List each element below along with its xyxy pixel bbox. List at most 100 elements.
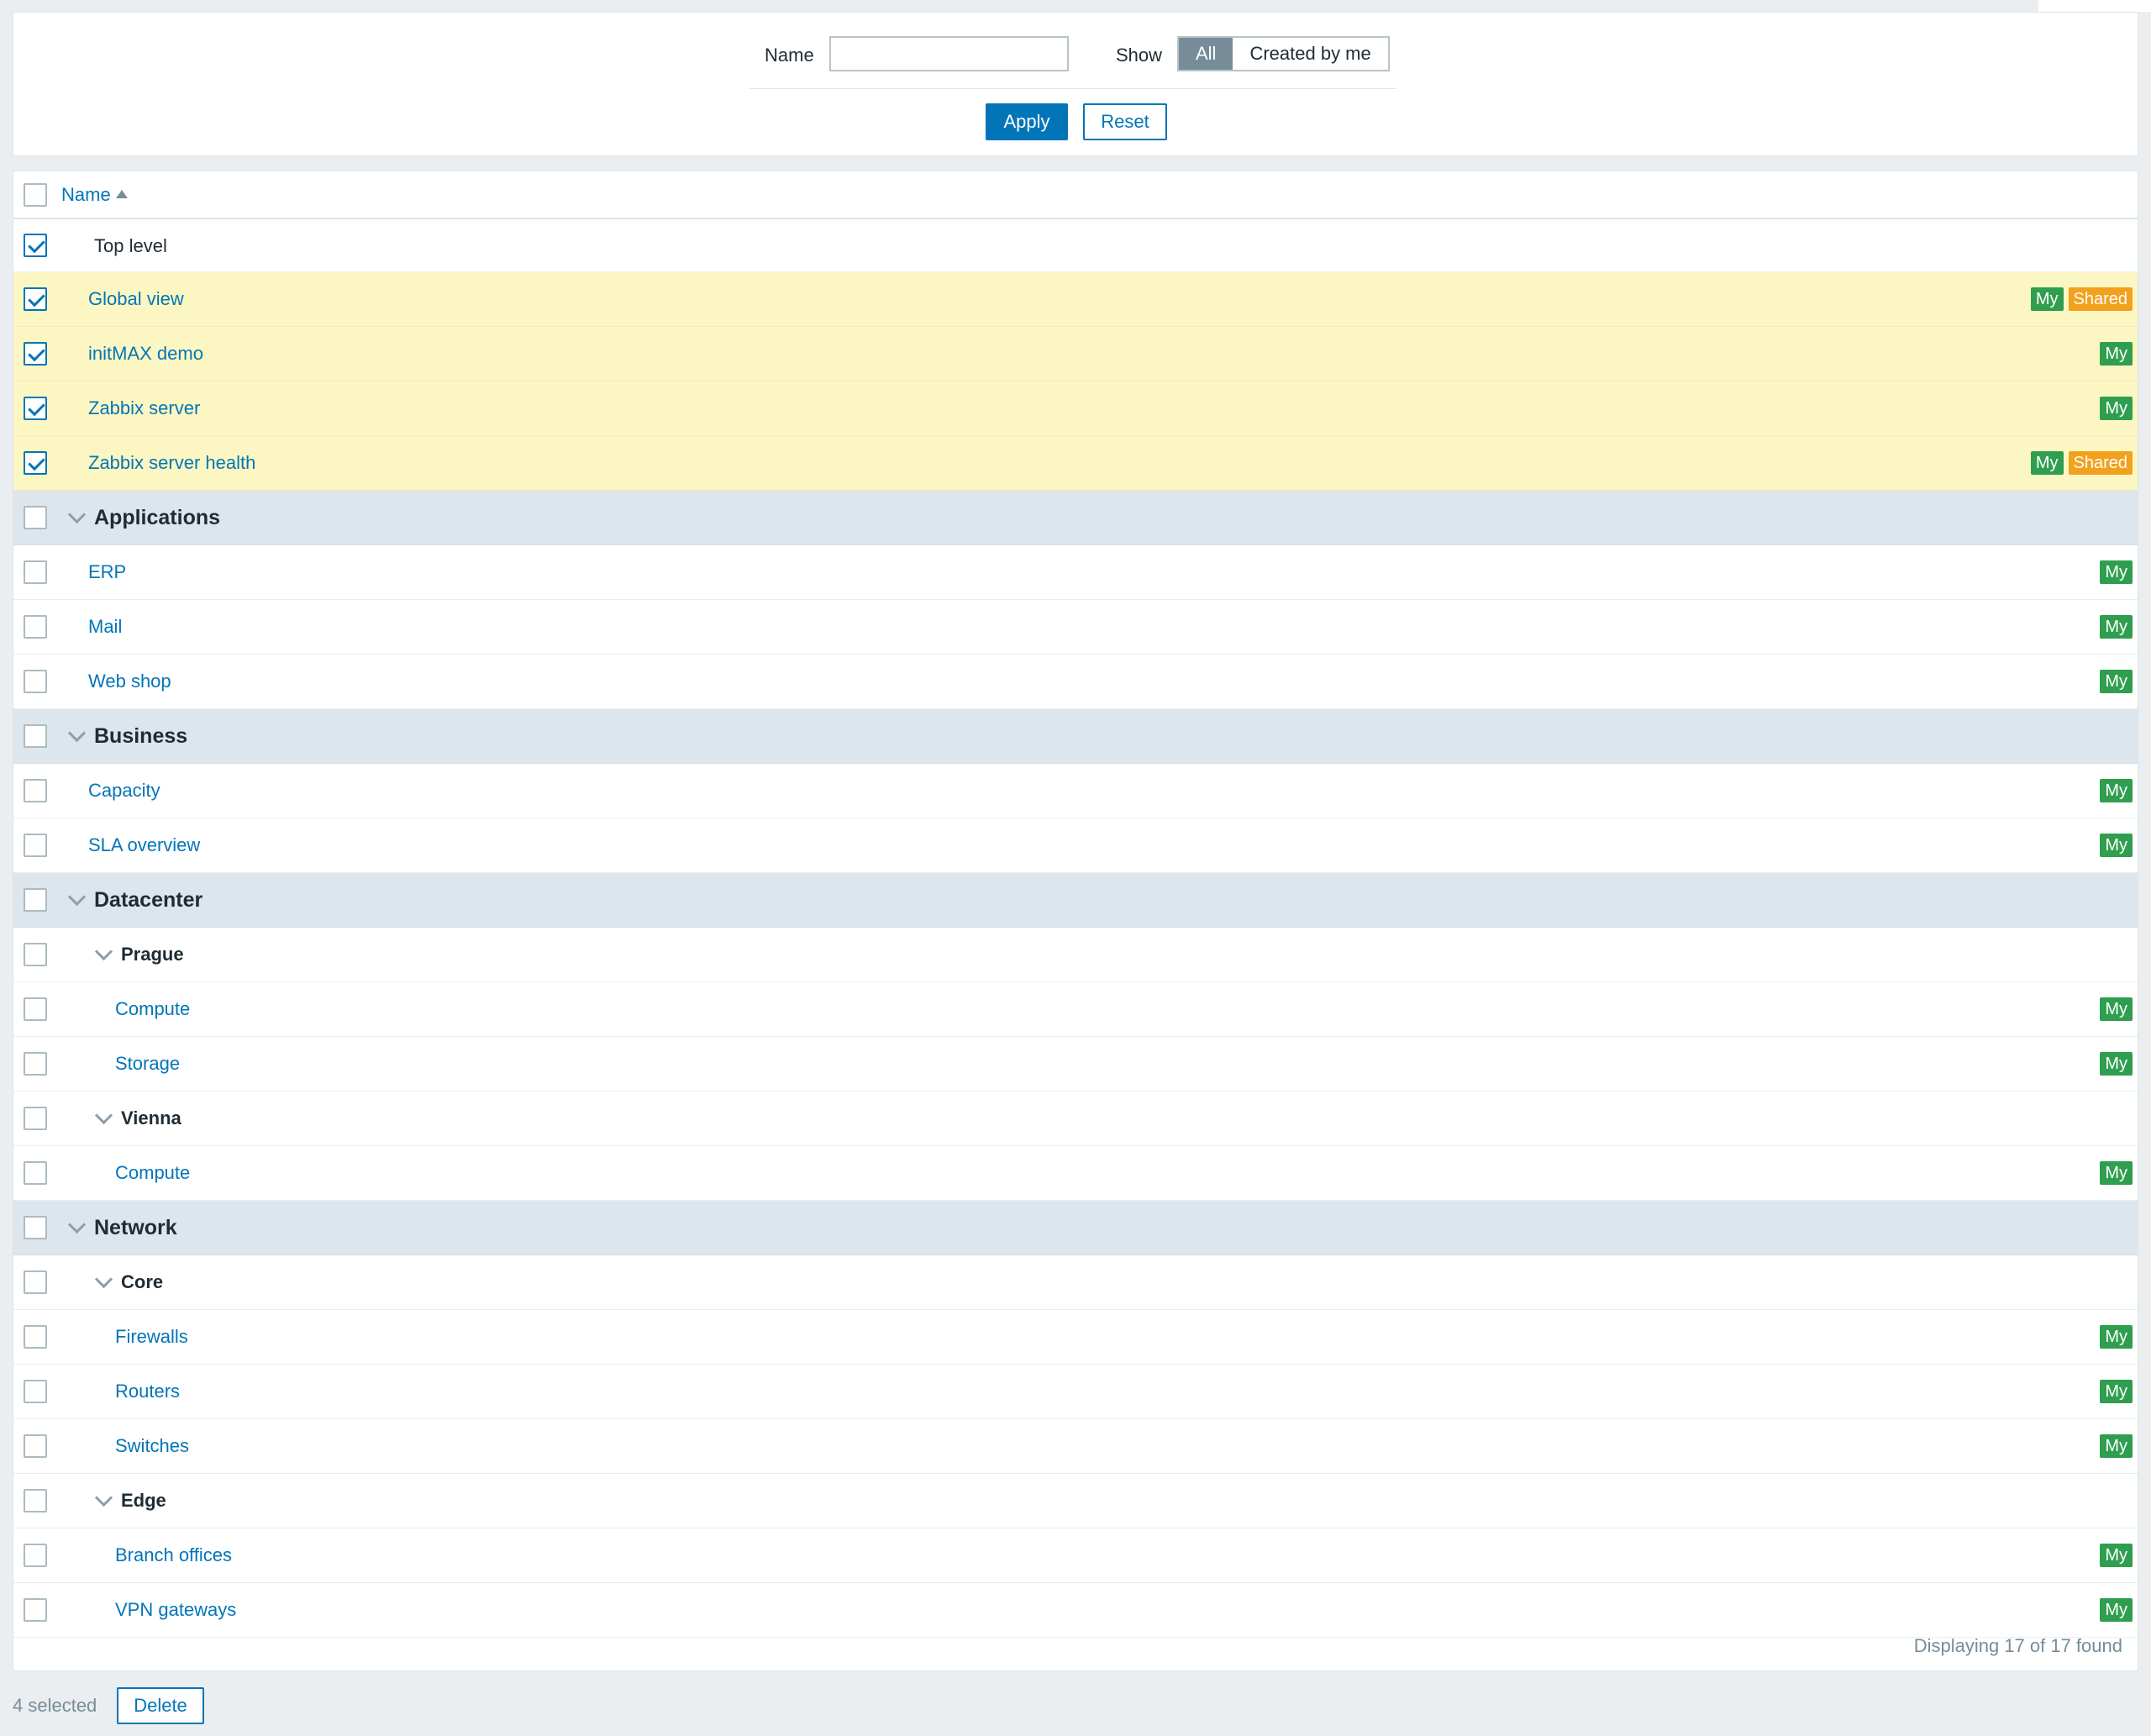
dashboard-link[interactable]: initMAX demo — [88, 327, 203, 381]
dashboard-link[interactable]: Mail — [88, 600, 122, 654]
sort-ascending-icon — [115, 190, 128, 199]
name-column-label: Name — [61, 184, 111, 205]
row-checkbox[interactable] — [24, 724, 47, 748]
row-tags: My — [2100, 670, 2133, 693]
chevron-down-icon[interactable] — [93, 944, 113, 964]
chevron-down-icon[interactable] — [66, 889, 87, 909]
row-checkbox[interactable] — [24, 1434, 47, 1458]
group-label: Network — [94, 1216, 177, 1239]
show-all-option[interactable]: All — [1179, 38, 1233, 70]
row-checkbox[interactable] — [24, 943, 47, 966]
row-tags: My — [2100, 1325, 2133, 1349]
reset-button[interactable]: Reset — [1083, 103, 1167, 140]
dashboard-link[interactable]: ERP — [88, 545, 126, 599]
dashboard-link[interactable]: Web shop — [88, 655, 171, 708]
selected-count: 4 selected — [13, 1695, 97, 1716]
row-checkbox[interactable] — [24, 397, 47, 420]
row-checkbox[interactable] — [24, 1161, 47, 1185]
row-tags: My — [2100, 1161, 2133, 1185]
group-row: Applications — [13, 491, 2138, 545]
row-checkbox[interactable] — [24, 506, 47, 529]
show-created-by-me-option[interactable]: Created by me — [1233, 38, 1388, 70]
row-checkbox[interactable] — [24, 834, 47, 857]
row-checkbox[interactable] — [24, 1107, 47, 1130]
my-badge: My — [2100, 779, 2133, 802]
row-checkbox[interactable] — [24, 1270, 47, 1294]
row-checkbox[interactable] — [24, 1380, 47, 1403]
show-filter-segmented: All Created by me — [1177, 36, 1390, 71]
row-checkbox[interactable] — [24, 560, 47, 584]
dashboard-link[interactable]: Switches — [115, 1419, 189, 1473]
table-row: Compute My — [13, 1146, 2138, 1201]
chevron-down-icon[interactable] — [93, 1490, 113, 1510]
dashboard-link[interactable]: Global view — [88, 272, 184, 326]
my-badge: My — [2100, 1325, 2133, 1349]
row-tags: My — [2100, 1544, 2133, 1567]
group-row: Datacenter — [13, 873, 2138, 928]
row-checkbox[interactable] — [24, 1216, 47, 1239]
my-badge: My — [2100, 670, 2133, 693]
row-checkbox[interactable] — [24, 287, 47, 311]
row-checkbox[interactable] — [24, 1544, 47, 1567]
group-row: Business — [13, 709, 2138, 764]
name-column-header[interactable]: Name — [61, 171, 128, 218]
dashboard-link[interactable]: Zabbix server health — [88, 436, 255, 490]
row-checkbox[interactable] — [24, 1052, 47, 1076]
table-row: Zabbix server health My Shared — [13, 436, 2138, 491]
shared-badge: Shared — [2068, 287, 2133, 311]
chevron-down-icon[interactable] — [93, 1271, 113, 1291]
row-checkbox[interactable] — [24, 342, 47, 366]
my-badge: My — [2100, 1544, 2133, 1567]
dashboard-link[interactable]: Compute — [115, 982, 190, 1036]
dashboard-link[interactable]: Storage — [115, 1037, 180, 1091]
row-checkbox[interactable] — [24, 779, 47, 802]
row-checkbox[interactable] — [24, 670, 47, 693]
group-label: Prague — [121, 944, 184, 965]
group-label: Vienna — [121, 1107, 181, 1128]
my-badge: My — [2100, 997, 2133, 1021]
dashboard-link[interactable]: Compute — [115, 1146, 190, 1200]
my-badge: My — [2100, 615, 2133, 639]
row-checkbox[interactable] — [24, 1598, 47, 1622]
page-top-strip — [0, 0, 2038, 12]
dashboard-link[interactable]: Capacity — [88, 764, 160, 818]
dashboard-link[interactable]: SLA overview — [88, 818, 200, 872]
row-checkbox[interactable] — [24, 997, 47, 1021]
apply-button[interactable]: Apply — [986, 103, 1068, 140]
subgroup-row: Core — [13, 1255, 2138, 1310]
chevron-down-icon[interactable] — [66, 725, 87, 745]
chevron-down-icon[interactable] — [93, 1107, 113, 1128]
my-badge: My — [2100, 834, 2133, 857]
row-checkbox[interactable] — [24, 1489, 47, 1512]
name-filter-input[interactable] — [829, 36, 1069, 71]
group-label: Core — [121, 1271, 164, 1292]
table-row: initMAX demo My — [13, 327, 2138, 381]
row-tags: My — [2100, 615, 2133, 639]
my-badge: My — [2100, 1380, 2133, 1403]
dashboard-link[interactable]: VPN gateways — [115, 1583, 236, 1637]
chevron-down-icon[interactable] — [66, 1217, 87, 1237]
row-checkbox[interactable] — [24, 234, 47, 257]
dashboard-link[interactable]: Routers — [115, 1365, 180, 1418]
row-checkbox[interactable] — [24, 888, 47, 912]
name-filter-label: Name — [765, 45, 814, 66]
table-row: Routers My — [13, 1365, 2138, 1419]
group-label: Business — [94, 724, 188, 748]
dashboard-link[interactable]: Firewalls — [115, 1310, 188, 1364]
select-all-checkbox[interactable] — [24, 183, 47, 207]
chevron-down-icon[interactable] — [66, 507, 87, 527]
group-row: Network — [13, 1201, 2138, 1255]
row-checkbox[interactable] — [24, 1325, 47, 1349]
dashboard-link[interactable]: Branch offices — [115, 1528, 232, 1582]
dashboard-table: Name Top level Global view My Shared initMAX… — [13, 171, 2138, 1671]
delete-button[interactable]: Delete — [117, 1687, 204, 1724]
row-tags: My — [2100, 1434, 2133, 1458]
row-tags: My — [2100, 342, 2133, 366]
row-checkbox[interactable] — [24, 451, 47, 475]
row-checkbox[interactable] — [24, 615, 47, 639]
bottom-action-bar: 4 selected Delete — [0, 1686, 2151, 1736]
table-header: Name — [13, 171, 2138, 219]
my-badge: My — [2100, 1598, 2133, 1622]
filter-panel: Name Show All Created by me Apply Reset — [13, 12, 2138, 156]
dashboard-link[interactable]: Zabbix server — [88, 381, 200, 435]
